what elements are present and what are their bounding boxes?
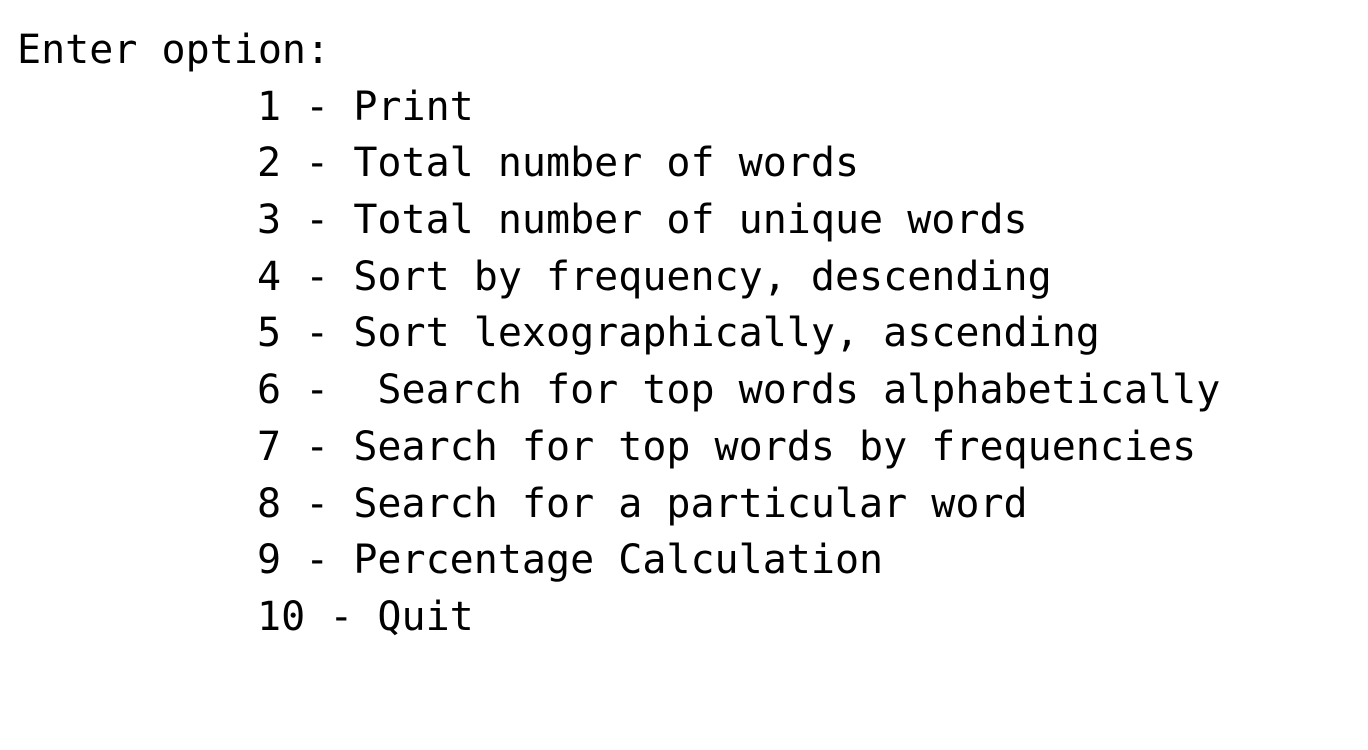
menu-option-10: 10 - Quit xyxy=(257,593,474,640)
menu-option-9: 9 - Percentage Calculation xyxy=(257,537,884,584)
menu-option-7: 7 - Search for top words by frequencies xyxy=(257,423,1197,470)
menu-option-6: 6 - Search for top words alphabetically xyxy=(257,367,1221,414)
terminal-output: Enter option: 1 - Print 2 - Total number… xyxy=(17,22,1357,646)
prompt-text: Enter option: xyxy=(17,27,331,73)
menu-option-1: 1 - Print xyxy=(257,83,474,130)
menu-option-4: 4 - Sort by frequency, descending xyxy=(257,253,1052,300)
menu-option-5: 5 - Sort lexographically, ascending xyxy=(257,310,1100,357)
menu-option-2: 2 - Total number of words xyxy=(257,140,860,187)
menu-option-8: 8 - Search for a particular word xyxy=(257,480,1028,527)
menu-option-3: 3 - Total number of unique words xyxy=(257,197,1028,244)
